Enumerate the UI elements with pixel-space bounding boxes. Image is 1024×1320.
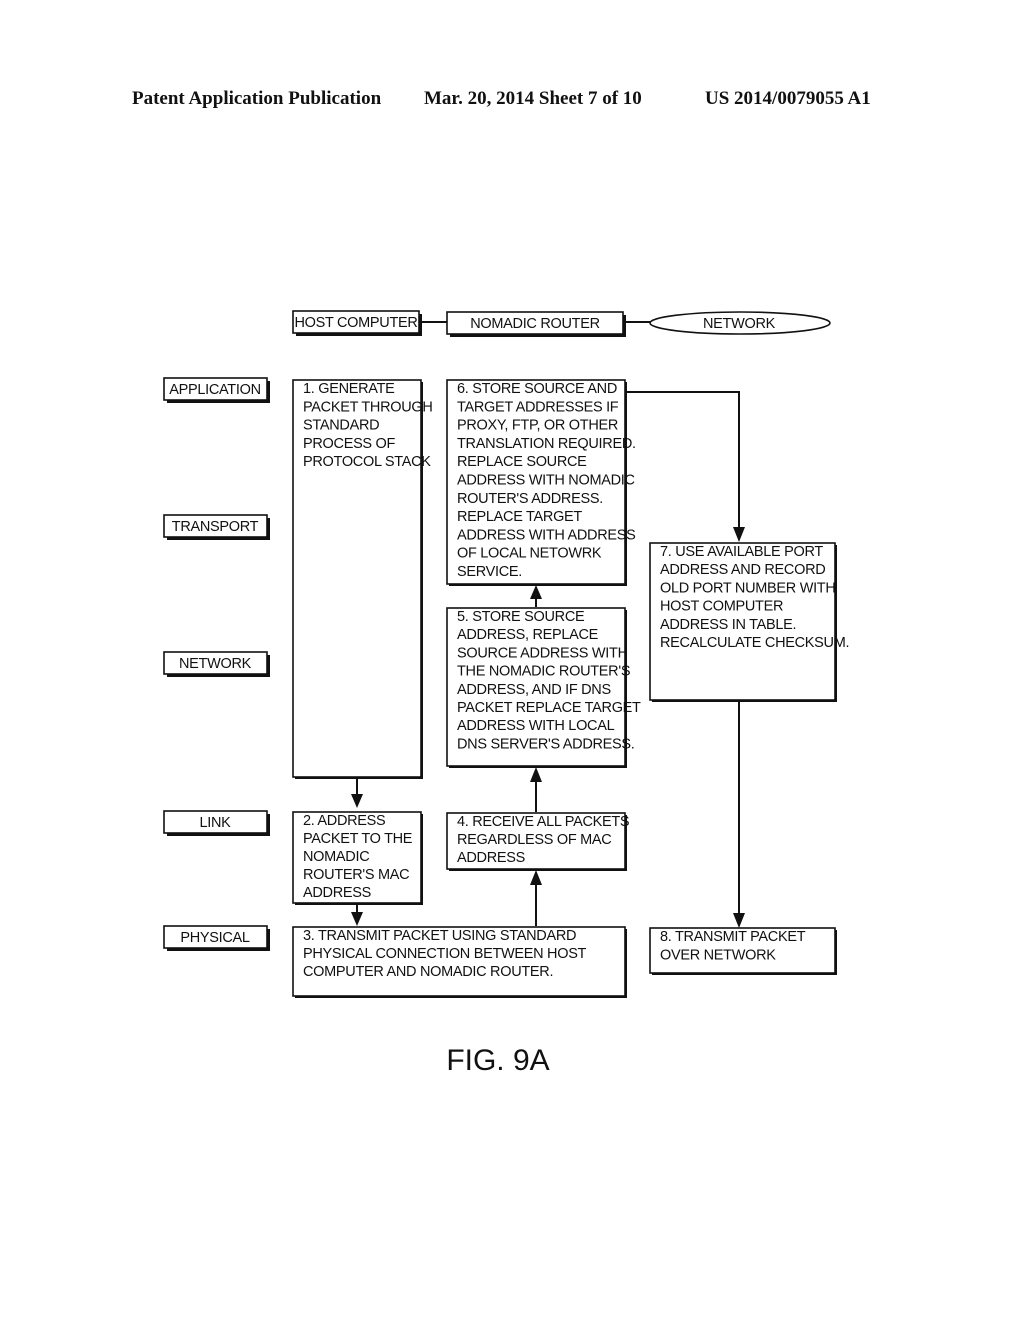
layer-network: NETWORK (163, 651, 270, 677)
step-6-line: SERVICE. (457, 564, 522, 580)
entity-host-label: HOST COMPUTER (294, 315, 417, 331)
step-box-8: 8. TRANSMIT PACKET OVER NETWORK (649, 927, 837, 975)
step-3-line: PHYSICAL CONNECTION BETWEEN HOST (303, 946, 587, 962)
step-2-line: NOMADIC (303, 849, 369, 865)
arrowhead-4-to-5 (530, 767, 542, 782)
step-box-5: 5. STORE SOURCE ADDRESS, REPLACE SOURCE AD… (446, 607, 641, 768)
step-5-line: ADDRESS, AND IF DNS (457, 682, 611, 698)
layer-label: APPLICATION (169, 382, 261, 398)
step-2-line: ADDRESS (303, 885, 371, 901)
flow-diagram: HOST COMPUTER NOMADIC ROUTER NETWORK APP… (163, 310, 850, 1077)
layer-label: PHYSICAL (180, 930, 250, 946)
step-7-line: ADDRESS AND RECORD (660, 562, 825, 578)
step-box-2: 2. ADDRESS PACKET TO THE NOMADIC ROUTER'S M… (292, 811, 423, 905)
arrowhead-3-to-4 (530, 870, 542, 885)
arrow-6-to-7 (626, 391, 740, 528)
entity-router-label: NOMADIC ROUTER (470, 316, 600, 332)
step-5-line: PACKET REPLACE TARGET (457, 700, 641, 716)
step-6-line: REPLACE TARGET (457, 509, 582, 525)
step-1-line: PACKET THROUGH (303, 399, 433, 415)
layer-transport: TRANSPORT (163, 514, 270, 540)
entity-nomadic-router: NOMADIC ROUTER (446, 311, 626, 337)
step-5-line: DNS SERVER'S ADDRESS. (457, 736, 635, 752)
step-6-line: REPLACE SOURCE (457, 454, 587, 470)
layer-label: LINK (199, 815, 231, 831)
step-1-line: PROCESS OF (303, 436, 396, 452)
step-3-line: 3. TRANSMIT PACKET USING STANDARD (303, 928, 576, 944)
arrowhead-1-to-2 (351, 794, 363, 808)
step-box-4: 4. RECEIVE ALL PACKETS REGARDLESS OF MAC A… (446, 812, 630, 871)
entity-host-computer: HOST COMPUTER (292, 310, 422, 336)
layer-label: NETWORK (179, 656, 252, 672)
step-4-line: REGARDLESS OF MAC (457, 832, 611, 848)
layer-physical: PHYSICAL (163, 925, 270, 951)
step-1-line: STANDARD (303, 418, 379, 434)
step-7-line: ADDRESS IN TABLE. (660, 617, 796, 633)
step-box-6: 6. STORE SOURCE AND TARGET ADDRESSES IF PR… (446, 379, 636, 586)
step-1-line: 1. GENERATE (303, 381, 395, 397)
step-7-line: 7. USE AVAILABLE PORT (660, 544, 823, 560)
step-boxes: 1. GENERATE PACKET THROUGH STANDARD PROCESS… (292, 379, 850, 998)
step-6-line: PROXY, FTP, OR OTHER (457, 418, 618, 434)
step-8-line: OVER NETWORK (660, 948, 776, 964)
step-6-line: ADDRESS WITH NOMADIC (457, 473, 635, 489)
arrowhead-7-to-8 (733, 913, 745, 928)
step-box-7: 7. USE AVAILABLE PORT ADDRESS AND RECORD O… (649, 542, 850, 702)
step-2-line: ROUTER'S MAC (303, 867, 409, 883)
arrowhead-6-to-7 (733, 527, 745, 542)
step-3-line: COMPUTER AND NOMADIC ROUTER. (303, 964, 553, 980)
step-6-line: TARGET ADDRESSES IF (457, 399, 619, 415)
step-5-line: 5. STORE SOURCE (457, 609, 585, 625)
layer-link: LINK (163, 810, 270, 836)
step-7-line: HOST COMPUTER (660, 599, 783, 615)
step-8-line: 8. TRANSMIT PACKET (660, 929, 806, 945)
step-5-line: ADDRESS, REPLACE (457, 627, 599, 643)
figure-label: FIG. 9A (446, 1044, 549, 1077)
step-5-line: THE NOMADIC ROUTER'S (457, 664, 630, 680)
step-6-line: ADDRESS WITH ADDRESS (457, 527, 636, 543)
step-4-line: ADDRESS (457, 850, 525, 866)
layer-label: TRANSPORT (172, 519, 259, 535)
step-6-line: TRANSLATION REQUIRED. (457, 436, 636, 452)
step-6-line: 6. STORE SOURCE AND (457, 381, 617, 397)
step-5-line: SOURCE ADDRESS WITH (457, 645, 628, 661)
step-4-line: 4. RECEIVE ALL PACKETS (457, 814, 629, 830)
entity-network-label: NETWORK (703, 316, 776, 332)
step-7-line: OLD PORT NUMBER WITH (660, 580, 836, 596)
arrowhead-2-to-3 (351, 912, 363, 926)
step-7-line: RECALCULATE CHECKSUM. (660, 635, 849, 651)
arrowhead-5-to-6 (530, 585, 542, 599)
step-2-line: 2. ADDRESS (303, 813, 385, 829)
step-box-3: 3. TRANSMIT PACKET USING STANDARD PHYSICA… (292, 926, 627, 998)
step-5-line: ADDRESS WITH LOCAL (457, 718, 615, 734)
step-6-line: ROUTER'S ADDRESS. (457, 491, 603, 507)
layer-application: APPLICATION (163, 377, 270, 403)
step-6-line: OF LOCAL NETOWRK (457, 546, 602, 562)
entity-network: NETWORK (649, 311, 831, 335)
step-1-line: PROTOCOL STACK (303, 454, 431, 470)
step-box-1: 1. GENERATE PACKET THROUGH STANDARD PROCESS… (292, 379, 433, 779)
step-2-line: PACKET TO THE (303, 831, 413, 847)
